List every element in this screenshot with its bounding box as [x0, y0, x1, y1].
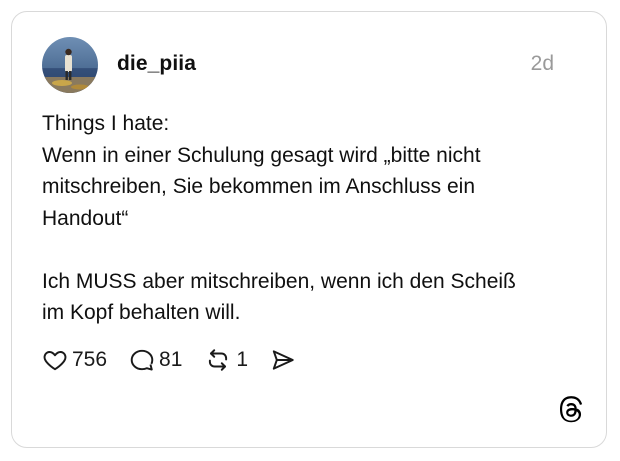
share-button[interactable]	[270, 347, 296, 373]
post-text-line: im Kopf behalten will.	[42, 301, 241, 324]
post-body: Things I hate: Wenn in einer Schulung ge…	[42, 108, 562, 329]
repost-arrows-icon	[209, 349, 228, 371]
repost-count: 1	[236, 348, 249, 371]
post-text-line: Things I hate:	[42, 112, 170, 135]
action-bar: 756 81 1	[42, 345, 318, 375]
post-header: die_piia 2d	[42, 37, 554, 93]
like-count: 756	[72, 348, 108, 371]
reply-count: 81	[159, 348, 183, 371]
reply-button[interactable]: 81	[129, 347, 182, 373]
username[interactable]: die_piia	[117, 52, 196, 76]
speech-bubble-icon	[130, 349, 154, 371]
post-text-line: mitschreiben, Sie bekommen im Anschluss …	[42, 175, 476, 198]
timestamp: 2d	[530, 52, 554, 75]
send-arrow-icon	[272, 350, 294, 370]
post-card: die_piia 2d Things I hate: Wenn in einer…	[11, 11, 607, 448]
post-text-line: Wenn in einer Schulung gesagt wird „bitt…	[42, 143, 481, 167]
like-button[interactable]: 756	[42, 347, 107, 373]
avatar[interactable]	[42, 37, 98, 93]
heart-icon	[43, 351, 67, 371]
post-text-line: Handout“	[42, 206, 129, 230]
repost-button[interactable]: 1	[204, 347, 248, 373]
post-text-line: Ich MUSS aber mitschreiben, wenn ich den…	[42, 269, 516, 293]
threads-logo-icon	[558, 396, 584, 424]
